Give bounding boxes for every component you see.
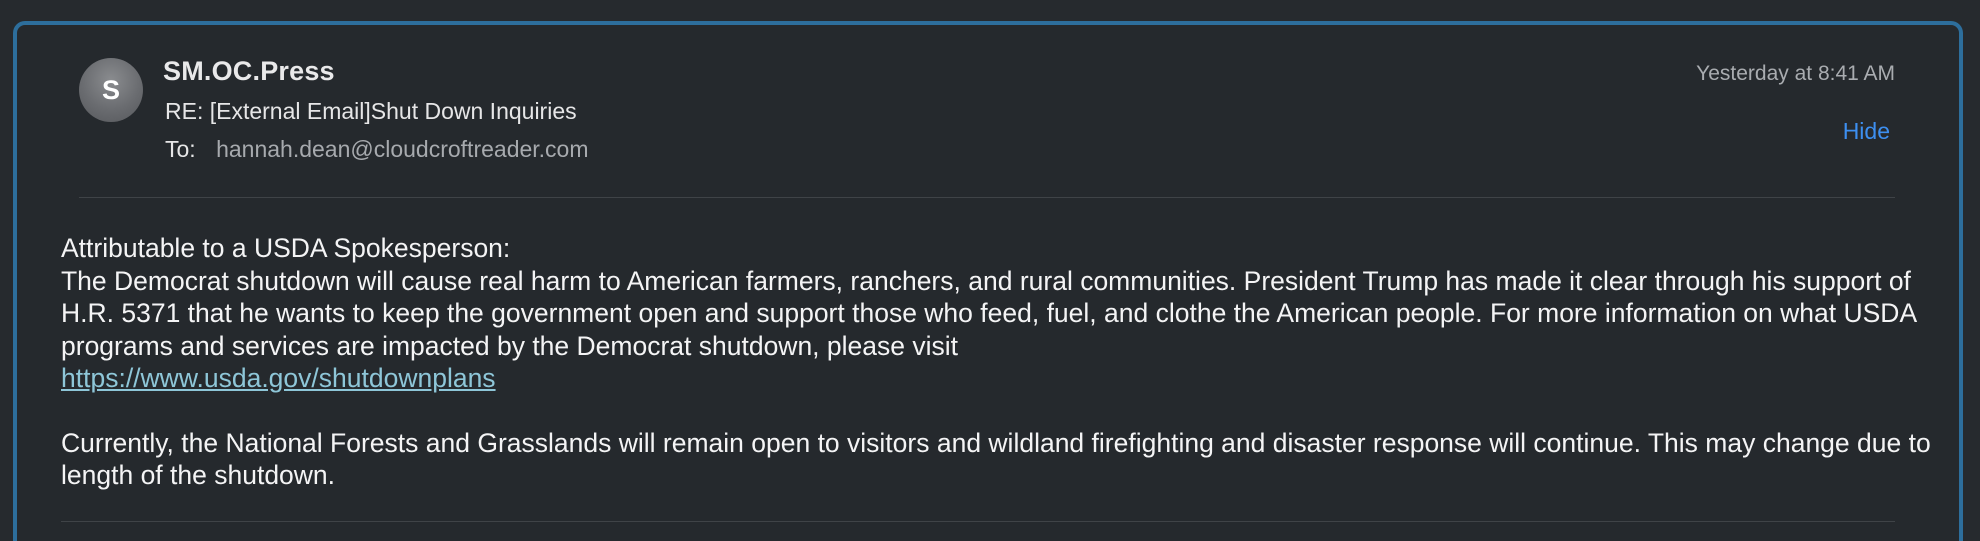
sender-name: SM.OC.Press (163, 56, 335, 86)
hide-details-button[interactable]: Hide (1843, 118, 1890, 145)
to-label: To: (165, 136, 196, 162)
body-paragraph-1-text: The Democrat shutdown will cause real ha… (61, 265, 1916, 361)
recipient-row: To: hannah.dean@cloudcroftreader.com (165, 136, 589, 163)
body-attribution-line: Attributable to a USDA Spokesperson: (61, 233, 511, 263)
email-timestamp: Yesterday at 8:41 AM (1696, 62, 1895, 85)
sender-avatar: S (79, 58, 143, 122)
body-paragraph-2: Currently, the National Forests and Gras… (61, 427, 1931, 491)
avatar-initial: S (101, 74, 120, 105)
body-paragraph-1: The Democrat shutdown will cause real ha… (61, 265, 1931, 395)
body-bottom-divider (61, 521, 1895, 522)
header-divider (79, 197, 1895, 198)
recipient-address[interactable]: hannah.dean@cloudcroftreader.com (216, 136, 588, 162)
email-subject: RE: [External Email]Shut Down Inquiries (165, 98, 577, 124)
usda-shutdown-link[interactable]: https://www.usda.gov/shutdownplans (61, 363, 496, 393)
email-body: Attributable to a USDA Spokesperson: The… (61, 232, 1931, 492)
